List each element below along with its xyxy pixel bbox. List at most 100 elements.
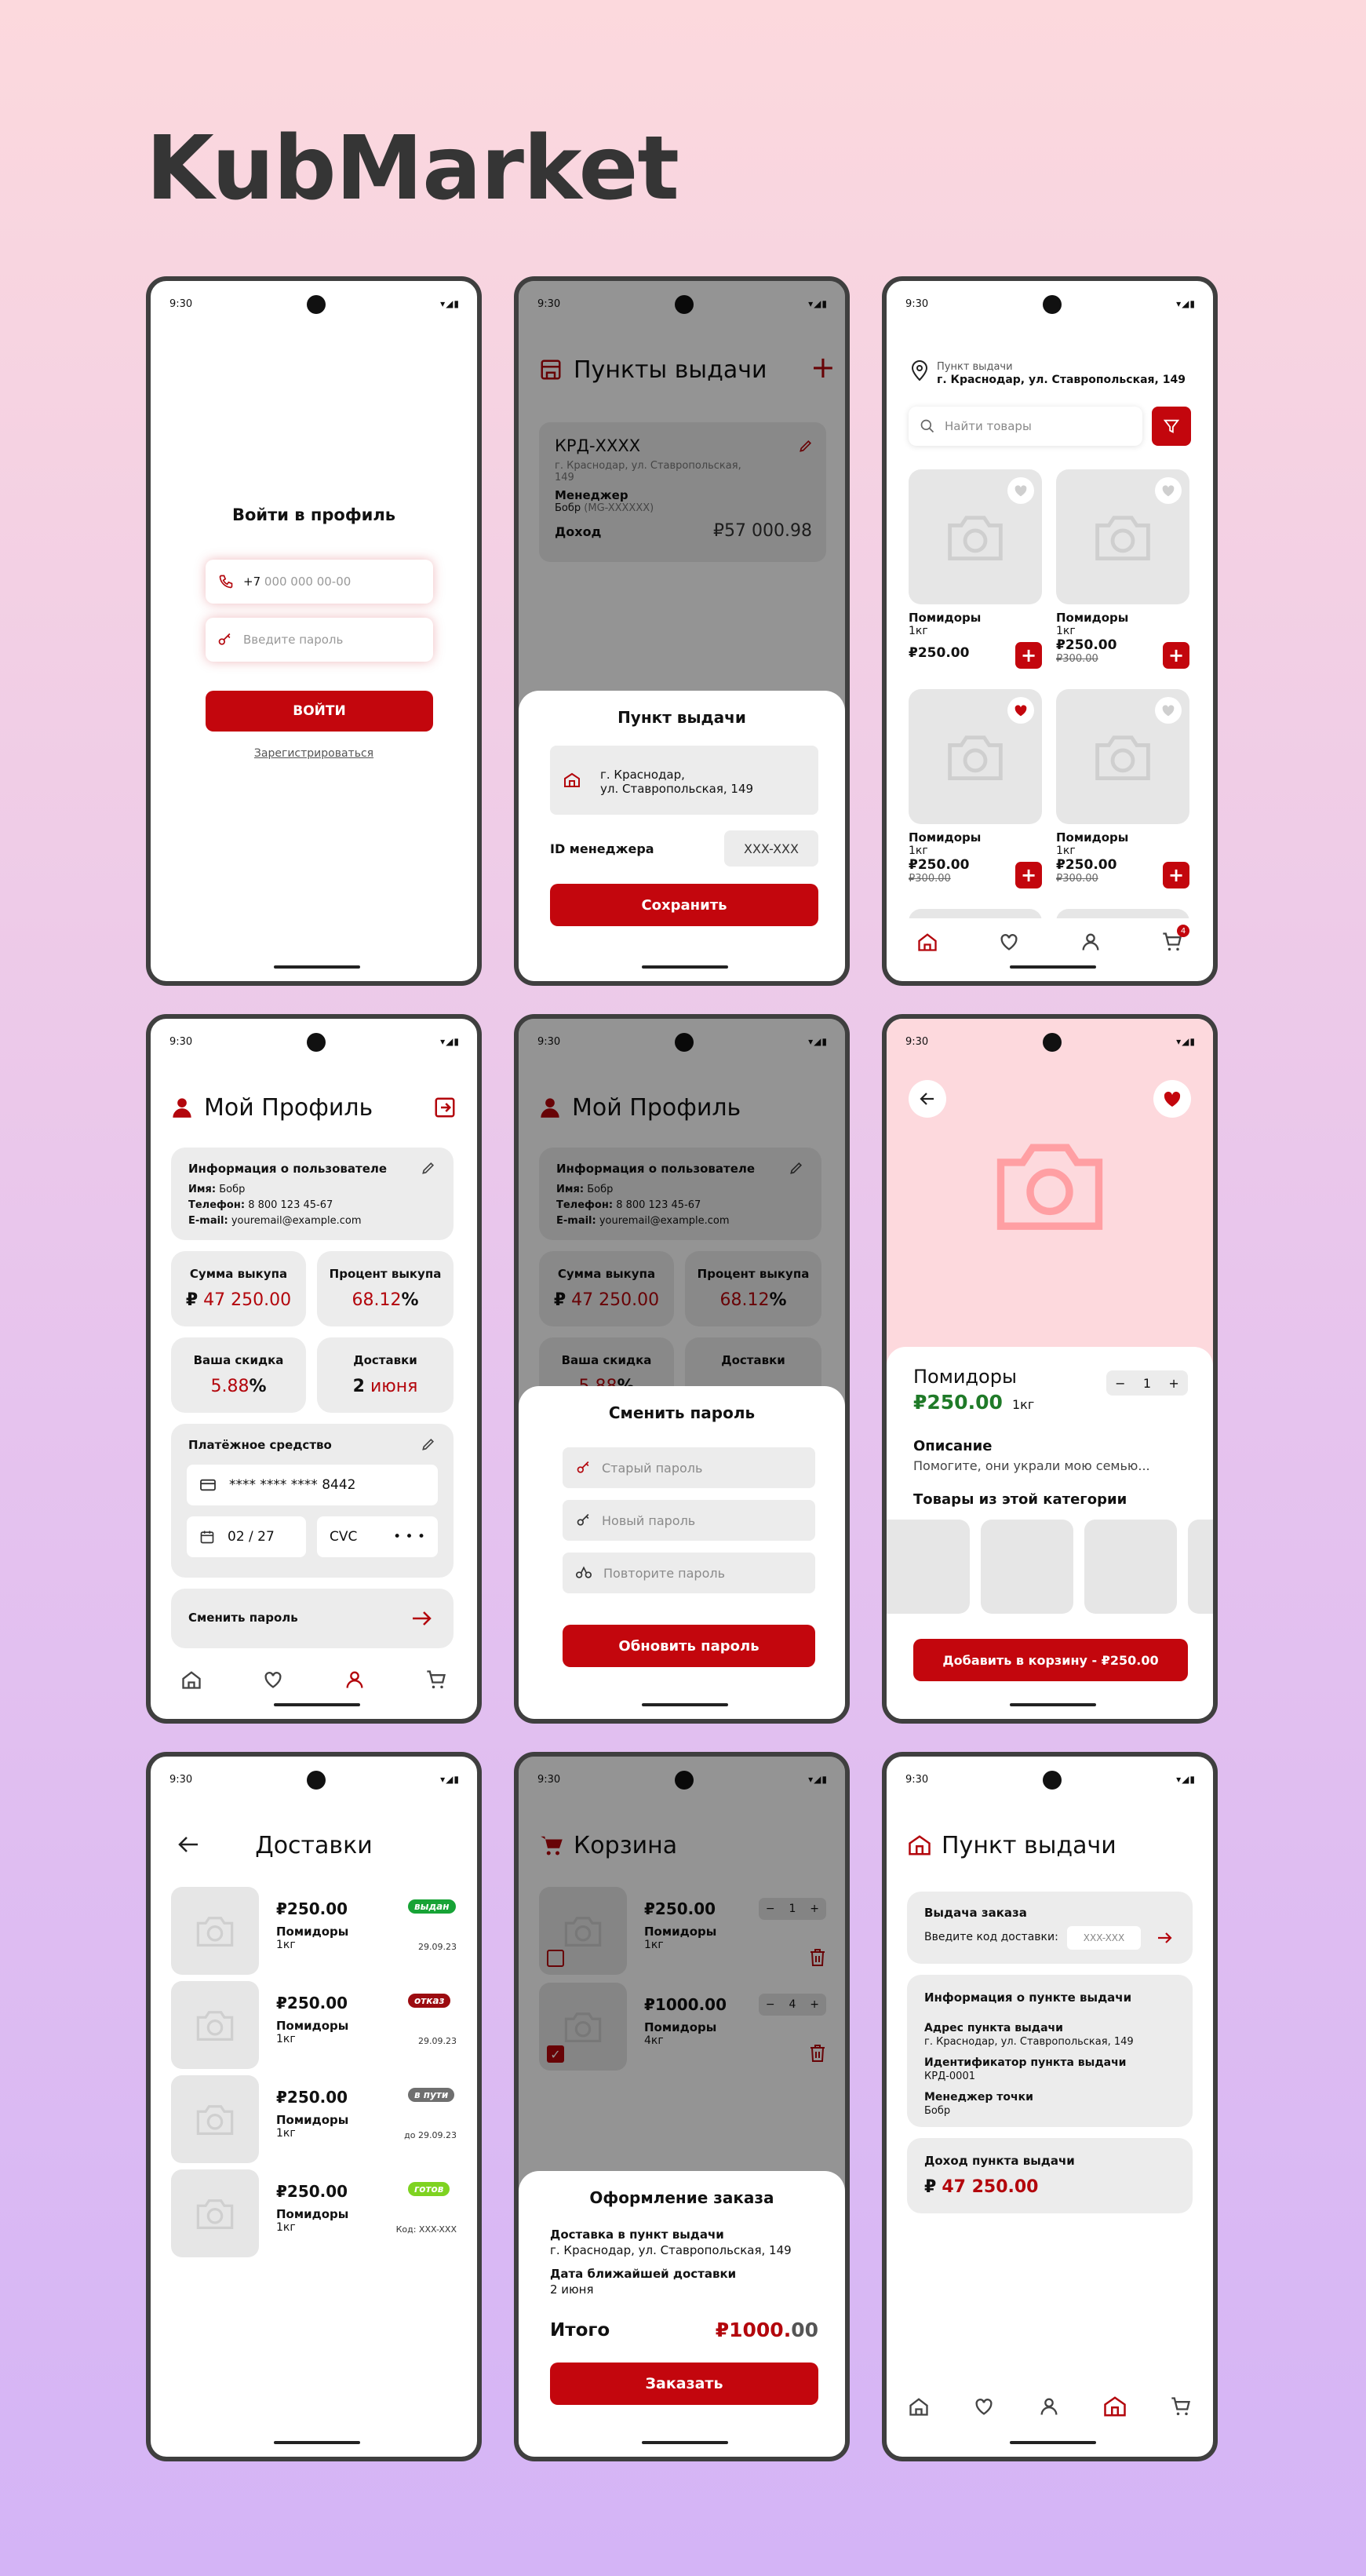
delivery-weight: 1кг bbox=[276, 2127, 296, 2140]
user-icon[interactable] bbox=[1080, 931, 1102, 953]
keys-icon bbox=[576, 1566, 592, 1578]
update-password-button[interactable]: Обновить пароль bbox=[563, 1625, 815, 1667]
search-input[interactable]: Найти товары bbox=[909, 407, 1142, 446]
status-bar: 9:30 ▾◢▮ bbox=[887, 1019, 1213, 1053]
product-name: Помидоры bbox=[909, 830, 982, 845]
category-item[interactable] bbox=[1084, 1520, 1177, 1614]
product-price: ₽250.00 bbox=[913, 1391, 1003, 1414]
delivery-weight: 1кг bbox=[276, 1939, 296, 1951]
brand-title: KubMarket bbox=[146, 118, 679, 220]
add-to-cart-button[interactable]: Добавить в корзину - ₽250.00 bbox=[913, 1639, 1188, 1681]
favorite-button[interactable] bbox=[1153, 1080, 1191, 1118]
location-address[interactable]: г. Краснодар, ул. Ставропольская, 149 bbox=[937, 374, 1186, 386]
credit-card-icon bbox=[200, 1479, 216, 1491]
camera-icon bbox=[1095, 516, 1150, 560]
login-button[interactable]: ВОЙТИ bbox=[206, 691, 433, 732]
cvc-field[interactable]: CVC • • • bbox=[317, 1516, 438, 1557]
product-name: Помидоры bbox=[909, 611, 982, 625]
deliveries-value: 2 июня bbox=[352, 1377, 418, 1396]
register-link[interactable]: Зарегистрироваться bbox=[151, 747, 477, 760]
decrease-button[interactable]: − bbox=[1115, 1376, 1125, 1391]
home-icon[interactable] bbox=[908, 2395, 930, 2417]
password-field[interactable]: Введите пароль bbox=[206, 618, 433, 662]
payment-title: Платёжное средство bbox=[188, 1438, 332, 1452]
camera-icon bbox=[196, 1917, 234, 1947]
product-old-price: ₽300.00 bbox=[1056, 873, 1098, 885]
heart-icon bbox=[1014, 485, 1027, 497]
cart-icon[interactable] bbox=[425, 1669, 447, 1691]
quantity-stepper[interactable]: − 1 + bbox=[1106, 1370, 1188, 1396]
user-icon bbox=[173, 1098, 191, 1118]
product-image[interactable] bbox=[909, 689, 1042, 824]
add-to-cart-button[interactable]: + bbox=[1163, 642, 1189, 669]
camera-notch bbox=[1043, 1771, 1062, 1790]
favorite-button[interactable] bbox=[1007, 697, 1034, 724]
camera-icon bbox=[1095, 735, 1150, 780]
bottom-nav bbox=[151, 1658, 477, 1702]
favorite-button[interactable] bbox=[1155, 477, 1182, 504]
add-to-cart-button[interactable]: + bbox=[1015, 862, 1042, 888]
home-icon[interactable] bbox=[180, 1669, 202, 1691]
save-button[interactable]: Сохранить bbox=[550, 884, 818, 926]
old-password-placeholder: Старый пароль bbox=[602, 1460, 703, 1476]
order-button[interactable]: Заказать bbox=[550, 2363, 818, 2405]
add-to-cart-button[interactable]: + bbox=[1015, 642, 1042, 669]
favorite-button[interactable] bbox=[1155, 697, 1182, 724]
deliveries-label: Доставки bbox=[353, 1353, 417, 1367]
new-password-input[interactable]: Новый пароль bbox=[563, 1500, 815, 1541]
home-indicator bbox=[274, 2441, 360, 2444]
heart-icon[interactable] bbox=[262, 1669, 284, 1691]
filter-button[interactable] bbox=[1152, 407, 1191, 446]
cart-icon[interactable] bbox=[1170, 2395, 1192, 2417]
status-icons: ▾◢▮ bbox=[1176, 1774, 1196, 1785]
edit-icon[interactable] bbox=[421, 1436, 436, 1452]
heart-icon bbox=[1162, 705, 1175, 717]
cart-nav[interactable]: 4 bbox=[1161, 925, 1189, 953]
increase-button[interactable]: + bbox=[1168, 1376, 1178, 1391]
delivery-meta: Код: XXX-XXX bbox=[395, 2224, 457, 2235]
card-expiry-field[interactable]: 02 / 27 bbox=[187, 1516, 306, 1557]
product-price: ₽250.00 bbox=[909, 857, 970, 873]
status-icons: ▾◢▮ bbox=[440, 1036, 460, 1047]
repeat-password-input[interactable]: Повторите пароль bbox=[563, 1553, 815, 1593]
logout-icon[interactable] bbox=[433, 1096, 457, 1119]
old-password-input[interactable]: Старый пароль bbox=[563, 1447, 815, 1488]
delivery-image bbox=[171, 2169, 259, 2257]
store-icon bbox=[564, 772, 580, 787]
delivery-meta: 29.09.23 bbox=[418, 1942, 457, 1952]
delivery-name: Помидоры bbox=[276, 2113, 349, 2127]
user-icon[interactable] bbox=[344, 1669, 366, 1691]
store-icon[interactable] bbox=[1103, 2395, 1127, 2418]
back-button[interactable] bbox=[909, 1080, 946, 1118]
delivery-name: Помидоры bbox=[276, 2019, 349, 2033]
add-to-cart-button[interactable]: + bbox=[1163, 862, 1189, 888]
status-icons: ▾◢▮ bbox=[440, 1774, 460, 1785]
home-indicator bbox=[1010, 965, 1096, 969]
deliveries-card[interactable]: Доставки 2 июня bbox=[317, 1337, 454, 1413]
product-image[interactable] bbox=[1056, 469, 1189, 604]
product-image[interactable] bbox=[1056, 689, 1189, 824]
manager-id-input[interactable]: XXX-XXX bbox=[724, 830, 818, 867]
home-icon[interactable] bbox=[916, 931, 938, 953]
delivery-code-input[interactable]: XXX-XXX bbox=[1067, 1926, 1141, 1950]
phone-field[interactable]: +7 000 000 00-00 bbox=[206, 560, 433, 604]
edit-icon[interactable] bbox=[421, 1160, 436, 1176]
category-item[interactable] bbox=[981, 1520, 1073, 1614]
status-badge: отказ bbox=[408, 1994, 451, 2008]
category-item[interactable] bbox=[1188, 1520, 1213, 1614]
buyout-sum-card: Сумма выкупа ₽ 47 250.00 bbox=[171, 1251, 306, 1326]
card-expiry: 02 / 27 bbox=[228, 1529, 275, 1545]
product-price: ₽250.00 bbox=[1056, 857, 1117, 873]
search-placeholder: Найти товары bbox=[945, 419, 1032, 433]
category-item[interactable] bbox=[887, 1520, 970, 1614]
delivery-image bbox=[171, 1887, 259, 1975]
product-image[interactable] bbox=[909, 469, 1042, 604]
change-password-row[interactable]: Сменить пароль bbox=[171, 1589, 454, 1648]
favorite-button[interactable] bbox=[1007, 477, 1034, 504]
user-icon[interactable] bbox=[1038, 2395, 1060, 2417]
address-field[interactable]: г. Краснодар, ул. Ставропольская, 149 bbox=[550, 746, 818, 815]
arrow-right-icon[interactable] bbox=[1157, 1931, 1174, 1945]
card-number-field[interactable]: **** **** **** 8442 bbox=[187, 1465, 438, 1505]
heart-icon[interactable] bbox=[973, 2395, 995, 2417]
heart-icon[interactable] bbox=[998, 931, 1020, 953]
